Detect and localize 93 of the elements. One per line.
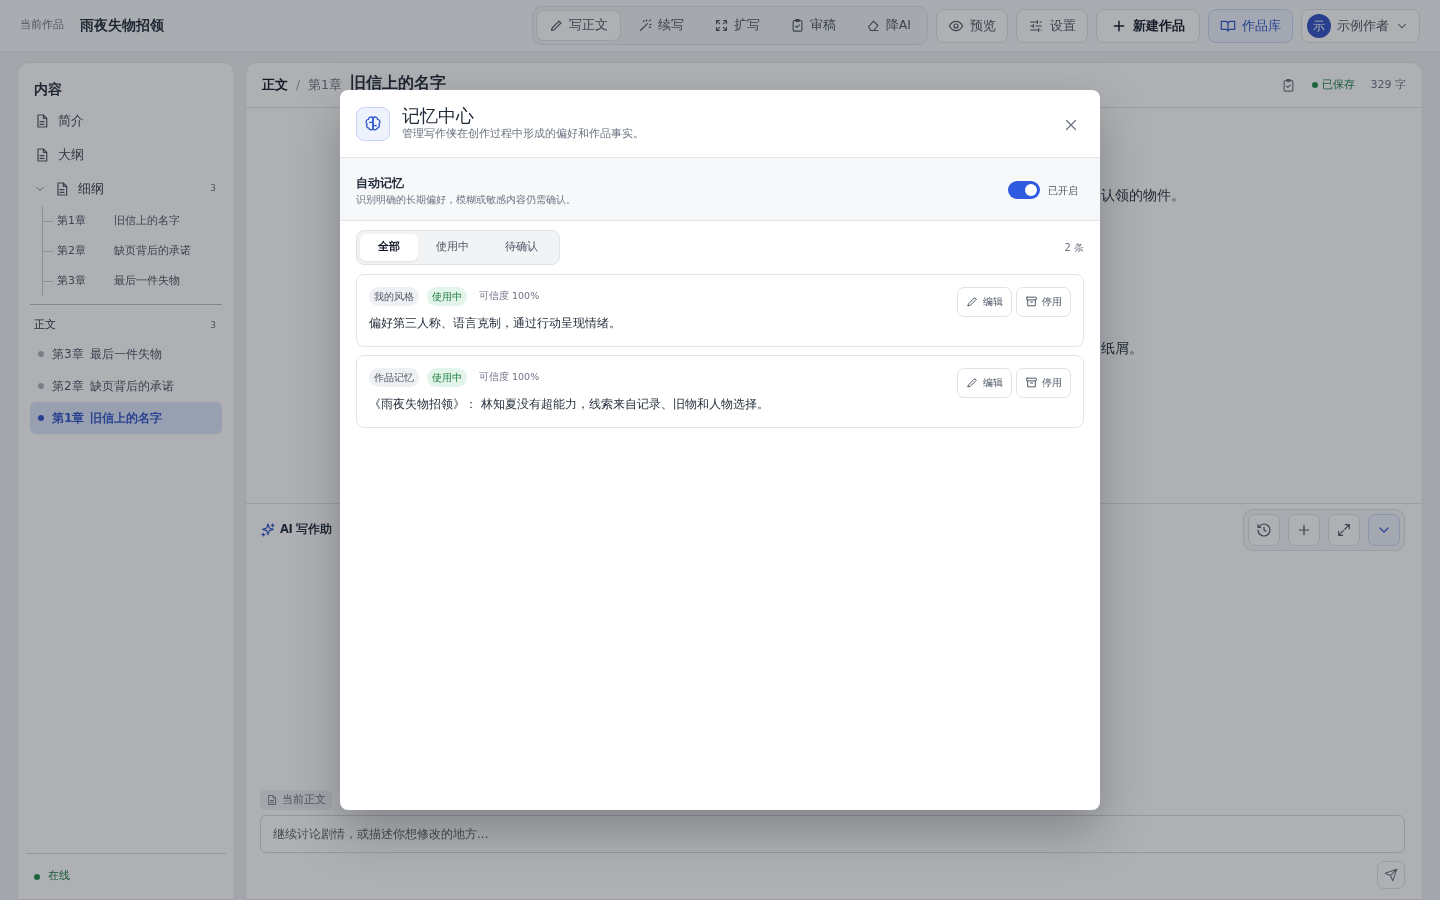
work-label: 当前作品 xyxy=(20,17,64,34)
status-tag: 使用中 xyxy=(427,286,467,306)
setting-description: 识别明确的长期偏好，模糊或敏感内容仍需确认。 xyxy=(356,192,576,207)
mode-button[interactable]: 续写 xyxy=(624,10,697,41)
edit-button[interactable]: 编辑 xyxy=(957,286,1012,317)
item-count: 2 条 xyxy=(1064,240,1084,255)
user-menu-button[interactable]: 示 示例作者 xyxy=(1301,8,1420,43)
document-icon xyxy=(54,181,70,197)
bullet-dot xyxy=(38,350,44,357)
context-chip[interactable]: 当前正文 xyxy=(260,789,332,810)
status-tag: 使用中 xyxy=(427,367,467,387)
dialog-subtitle: 管理写作侠在创作过程中形成的偏好和作品事实。 xyxy=(402,126,644,141)
chapter-number: 第3章 xyxy=(57,272,87,289)
clipboard-check-icon xyxy=(1280,77,1296,93)
status-label: 在线 xyxy=(48,868,70,885)
sidebar-item[interactable]: 大纲 xyxy=(30,138,222,172)
plus-icon xyxy=(1296,522,1312,538)
memory-text: 《雨夜失物招领》： 林知夏没有超能力，线索来自记录、旧物和人物选择。 xyxy=(369,395,770,413)
word-count: 329 字 xyxy=(1370,77,1406,93)
sliders-icon xyxy=(1028,17,1044,34)
chapter-number: 第1章 xyxy=(57,212,87,229)
bullet-dot xyxy=(38,382,44,389)
memory-text: 偏好第三人称、语言克制，通过行动呈现情绪。 xyxy=(369,314,622,332)
save-status: 已保存 xyxy=(1321,77,1355,93)
edit-button[interactable]: 编辑 xyxy=(957,367,1012,398)
body-text: 认领的物件。 xyxy=(1101,186,1186,205)
chapter-title: 最后一件失物 xyxy=(114,272,180,289)
chapter-number: 第2章 xyxy=(57,242,87,259)
breadcrumb-link[interactable]: 第1章 xyxy=(308,76,342,95)
breadcrumb-separator: / xyxy=(296,77,301,94)
filter-tab[interactable]: 待确认 xyxy=(487,233,556,261)
chapter-item[interactable]: 第3章 最后一件失物 xyxy=(30,337,222,370)
confidence-text: 可信度 100% xyxy=(479,289,540,304)
chapter-title: 旧信上的名字 xyxy=(114,212,180,229)
pencil-icon xyxy=(966,376,979,390)
archive-icon xyxy=(1025,376,1038,390)
document-icon xyxy=(266,793,278,806)
sidebar-item[interactable]: 简介 xyxy=(30,104,222,138)
outline-chapter[interactable]: 第2章 缺页背后的承诺 xyxy=(57,236,191,266)
breadcrumb-link[interactable]: 正文 xyxy=(262,76,288,95)
message-input[interactable]: 继续讨论剧情，或描述你想修改的地方... xyxy=(260,815,1405,853)
pen-icon xyxy=(548,18,564,33)
category-tag: 作品记忆 xyxy=(369,367,419,387)
expand-icon xyxy=(713,18,729,33)
eraser-icon xyxy=(865,18,881,33)
fullscreen-button[interactable] xyxy=(1328,514,1360,546)
mode-button[interactable]: 写正文 xyxy=(535,10,621,41)
bullet-dot xyxy=(38,414,44,421)
outline-chapter[interactable]: 第1章 旧信上的名字 xyxy=(57,206,180,236)
chapter-title: 缺页背后的承诺 xyxy=(114,242,191,259)
mode-button[interactable]: 降AI xyxy=(852,10,924,41)
action-button[interactable]: 作品库 xyxy=(1208,8,1293,43)
disable-button[interactable]: 停用 xyxy=(1016,286,1071,317)
pencil-icon xyxy=(966,295,979,309)
sparkle-icon xyxy=(260,522,276,538)
action-button[interactable]: 新建作品 xyxy=(1096,8,1200,43)
filter-tab[interactable]: 使用中 xyxy=(418,233,487,261)
chapter-heading: 旧信上的名字 xyxy=(350,74,446,92)
fullscreen-icon xyxy=(1336,522,1352,538)
filter-tab[interactable]: 全部 xyxy=(360,233,418,261)
mode-button[interactable]: 审稿 xyxy=(776,10,849,41)
toggle-switch[interactable] xyxy=(1008,181,1040,200)
document-icon xyxy=(34,147,50,163)
send-button[interactable] xyxy=(1377,861,1405,889)
action-button[interactable]: 设置 xyxy=(1016,8,1088,43)
clipboard-icon xyxy=(789,18,805,33)
send-icon xyxy=(1384,868,1398,882)
outline-chapter[interactable]: 第3章 最后一件失物 xyxy=(57,266,180,296)
section-title: 正文 xyxy=(34,317,56,333)
sidebar-title: 内容 xyxy=(33,80,63,99)
mode-button[interactable]: 扩写 xyxy=(700,10,773,41)
wand-icon xyxy=(637,18,653,33)
chapter-item[interactable]: 第2章 缺页背后的承诺 xyxy=(30,369,222,402)
toggle-label: 已开启 xyxy=(1048,183,1078,198)
item-count: 3 xyxy=(210,182,216,196)
work-title: 雨夜失物招领 xyxy=(80,16,164,35)
category-tag: 我的风格 xyxy=(369,286,419,306)
confidence-text: 可信度 100% xyxy=(479,370,540,385)
plus-button[interactable] xyxy=(1288,514,1320,546)
chapter-item[interactable]: 第1章 旧信上的名字 xyxy=(30,401,222,434)
body-text: 纸屑。 xyxy=(1101,339,1144,358)
dialog-title: 记忆中心 xyxy=(402,106,475,126)
section-count: 3 xyxy=(210,318,216,332)
assistant-title: AI 写作助 xyxy=(280,521,332,539)
disable-button[interactable]: 停用 xyxy=(1016,367,1071,398)
action-button[interactable]: 预览 xyxy=(936,8,1008,43)
setting-title: 自动记忆 xyxy=(356,174,405,192)
history-button[interactable] xyxy=(1248,514,1280,546)
document-icon xyxy=(34,113,50,129)
user-avatar: 示 xyxy=(1307,13,1331,38)
sidebar-item[interactable]: 细纲 xyxy=(30,172,211,206)
archive-icon xyxy=(1025,295,1038,309)
history-icon xyxy=(1256,522,1272,538)
